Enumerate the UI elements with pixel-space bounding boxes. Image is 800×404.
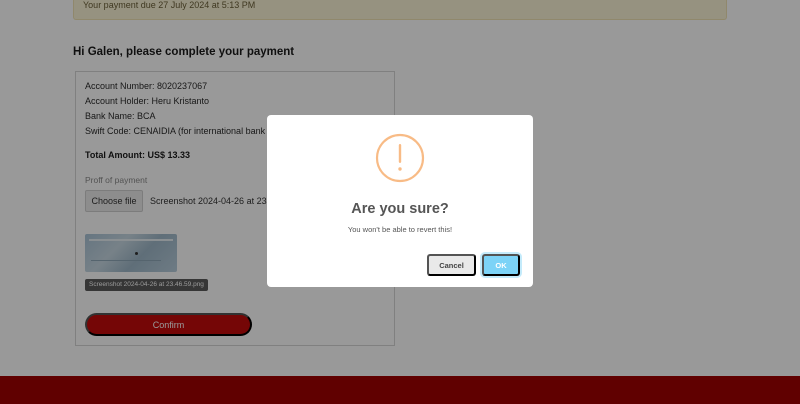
confirm-dialog: Are you sure? You won't be able to rever… (267, 115, 533, 287)
dialog-title: Are you sure? (351, 201, 449, 217)
cancel-button[interactable]: Cancel (427, 254, 476, 276)
warning-icon (375, 133, 425, 183)
ok-button[interactable]: OK (482, 254, 520, 276)
dialog-message: You won't be able to revert this! (347, 225, 453, 234)
